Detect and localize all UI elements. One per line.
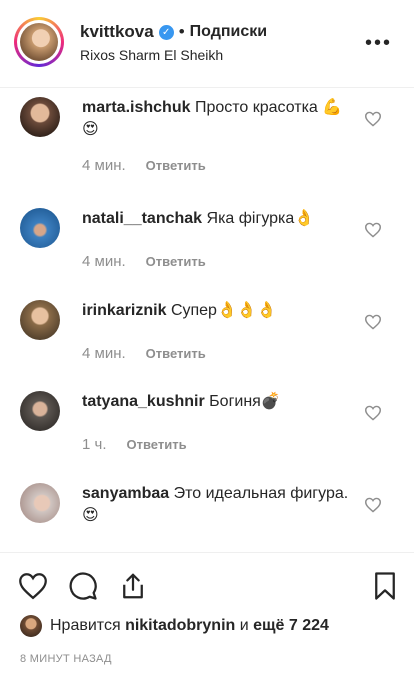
- post-header: kvittkova ✓ • Подписки Rixos Sharm El Sh…: [0, 0, 414, 88]
- bookmark-icon[interactable]: [370, 571, 400, 601]
- post-time-ago: 8 МИНУТ НАЗАД: [20, 653, 112, 665]
- comment-time: 4 мин.: [82, 157, 126, 174]
- likes-count[interactable]: ещё 7 224: [253, 617, 329, 634]
- likes-text[interactable]: Нравится nikitadobrynin и ещё 7 224: [50, 617, 329, 635]
- likes-middle: и: [239, 617, 249, 634]
- comment-username[interactable]: marta.ishchuk: [82, 99, 190, 116]
- liker-username[interactable]: nikitadobrynin: [125, 617, 235, 634]
- comment-text-block: tatyana_kushnir Богиня💣: [82, 391, 352, 413]
- comment-meta: 4 мин. Ответить: [82, 157, 206, 174]
- comment-avatar[interactable]: [20, 300, 60, 340]
- profile-avatar[interactable]: [14, 17, 64, 67]
- comment-username[interactable]: natali__tanchak: [82, 210, 202, 227]
- comment-text-block: sanyambaa Это идеальная фигура. 😍: [82, 483, 352, 527]
- header-user-line: kvittkova ✓ • Подписки: [80, 22, 267, 42]
- comment-body: Супер👌👌👌: [170, 302, 277, 319]
- comment-item: tatyana_kushnir Богиня💣 1 ч. Ответить: [0, 391, 414, 481]
- comment-time: 4 мин.: [82, 345, 126, 362]
- header-separator: •: [178, 22, 185, 41]
- post-action-bar: Нравится nikitadobrynin и ещё 7 224 8 МИ…: [0, 552, 414, 681]
- likes-prefix: Нравится: [50, 617, 121, 634]
- comment-heart-icon[interactable]: [364, 405, 382, 421]
- comment-bubble-icon[interactable]: [68, 571, 98, 601]
- reply-button[interactable]: Ответить: [146, 253, 206, 270]
- header-username[interactable]: kvittkova: [80, 22, 154, 42]
- comment-avatar[interactable]: [20, 208, 60, 248]
- comment-item: marta.ishchuk Просто красотка 💪😍 4 мин. …: [0, 97, 414, 187]
- comment-body: Богиня💣: [209, 393, 281, 410]
- liker-avatar[interactable]: [20, 615, 42, 637]
- follow-status-button[interactable]: Подписки: [190, 23, 267, 41]
- comment-heart-icon[interactable]: [364, 314, 382, 330]
- comment-meta: 4 мин. Ответить: [82, 253, 206, 270]
- comment-avatar[interactable]: [20, 391, 60, 431]
- comment-text-block: irinkariznik Супер👌👌👌: [82, 300, 352, 322]
- share-icon[interactable]: [118, 571, 148, 601]
- comment-meta: 1 ч. Ответить: [82, 436, 187, 453]
- comment-avatar[interactable]: [20, 483, 60, 523]
- comment-time: 4 мин.: [82, 253, 126, 270]
- comment-meta: 4 мин. Ответить: [82, 345, 206, 362]
- comment-text-block: marta.ishchuk Просто красотка 💪😍: [82, 97, 352, 141]
- comment-time: 1 ч.: [82, 436, 107, 453]
- verified-badge-icon: ✓: [158, 24, 174, 40]
- likes-summary: Нравится nikitadobrynin и ещё 7 224: [20, 615, 329, 637]
- header-location[interactable]: Rixos Sharm El Sheikh: [80, 47, 223, 63]
- comment-text-block: natali__tanchak Яка фігурка👌: [82, 208, 352, 230]
- comment-heart-icon[interactable]: [364, 222, 382, 238]
- comment-avatar[interactable]: [20, 97, 60, 137]
- comment-heart-icon[interactable]: [364, 111, 382, 127]
- comment-body: Яка фігурка👌: [206, 210, 315, 227]
- more-options-icon[interactable]: •••: [365, 32, 392, 55]
- reply-button[interactable]: Ответить: [127, 436, 187, 453]
- comment-item: irinkariznik Супер👌👌👌 4 мин. Ответить: [0, 300, 414, 390]
- comment-item: natali__tanchak Яка фігурка👌 4 мин. Отве…: [0, 208, 414, 298]
- comment-username[interactable]: sanyambaa: [82, 485, 169, 502]
- comment-username[interactable]: irinkariznik: [82, 302, 166, 319]
- comment-heart-icon[interactable]: [364, 497, 382, 513]
- heart-icon[interactable]: [18, 571, 48, 601]
- reply-button[interactable]: Ответить: [146, 345, 206, 362]
- comment-username[interactable]: tatyana_kushnir: [82, 393, 205, 410]
- reply-button[interactable]: Ответить: [146, 157, 206, 174]
